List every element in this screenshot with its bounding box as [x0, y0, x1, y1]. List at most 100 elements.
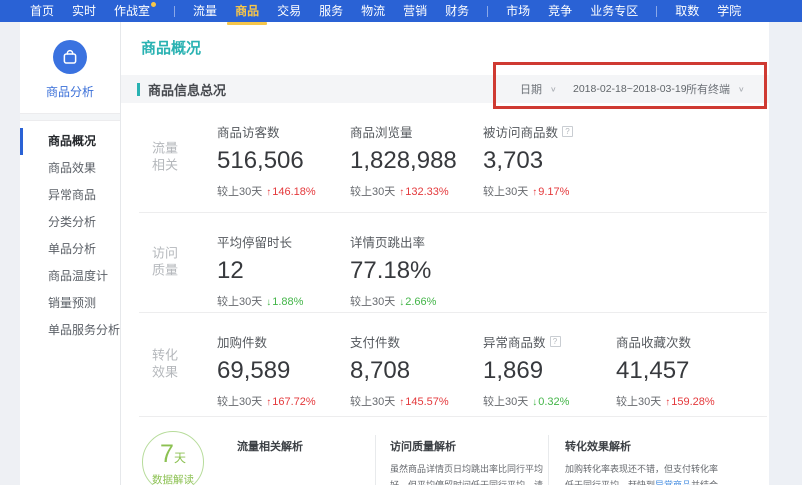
compare-label: 较上30天 [350, 296, 395, 308]
metric-card-detail-bounce-rate: 详情页跳出率 77.18% 较上30天↓2.66% [350, 213, 483, 309]
metric-label: 加购件数 [217, 332, 267, 351]
metric-value: 41,457 [616, 357, 749, 385]
insight-text: 虽然商品详情页日均跳出率比同行平均好，但平均停留时间低于同行平均，请关注页面排布… [390, 464, 543, 485]
insights-section: 7天 数据解读 流量相关解析 访问质量解析 虽然商品详情页日均跳出率比同行平均好… [121, 417, 769, 485]
nav-item-marketing[interactable]: 营销 [403, 0, 427, 22]
help-icon[interactable]: ? [562, 126, 573, 137]
sidebar-item-category-analysis[interactable]: 分类分析 [20, 209, 120, 236]
up-arrow-icon: ↑ [399, 187, 404, 198]
metric-label: 详情页跳出率 [350, 232, 425, 251]
nav-item-finance[interactable]: 财务 [445, 0, 469, 22]
terminal-filter-dropdown[interactable]: 所有终端 ∨ [686, 75, 745, 103]
sidebar-item-product-thermometer[interactable]: 商品温度计 [20, 263, 120, 290]
metric-value: 8,708 [350, 357, 483, 385]
sidebar-menu: 商品概况 商品效果 异常商品 分类分析 单品分析 商品温度计 销量预测 单品服务… [20, 128, 120, 344]
metric-value: 69,589 [217, 357, 350, 385]
metric-label: 支付件数 [350, 332, 400, 351]
metrics-row-conversion: 转化 效果 加购件数 69,589 较上30天↑167.72% 支付件数 8,7… [121, 313, 769, 417]
metric-value: 12 [217, 257, 350, 285]
nav-item-product[interactable]: 商品 [235, 0, 259, 22]
insight-days: 7 [160, 440, 174, 468]
data-insight-badge: 7天 数据解读 [142, 431, 204, 485]
metric-label: 平均停留时长 [217, 232, 292, 251]
group-label-visit-quality: 访问 质量 [152, 245, 178, 279]
page-title: 商品概况 [121, 22, 769, 58]
sidebar-item-single-product-service[interactable]: 单品服务分析 [20, 317, 120, 344]
nav-item-realtime[interactable]: 实时 [72, 0, 96, 22]
metric-card-product-pageviews: 商品浏览量 1,828,988 较上30天↑132.33% [350, 103, 483, 199]
insight-caption: 数据解读 [143, 472, 203, 485]
insight-days-unit: 天 [174, 451, 186, 465]
up-arrow-icon: ↑ [532, 187, 537, 198]
terminal-filter-label: 所有终端 [686, 81, 730, 97]
delta-value: 0.32% [538, 396, 569, 408]
compare-label: 较上30天 [616, 396, 661, 408]
sidebar-separator [20, 113, 120, 121]
nav-item-war-room[interactable]: 作战室 [114, 0, 156, 22]
metric-card-avg-stay-time: 平均停留时长 12 较上30天↓1.88% [217, 213, 350, 309]
sidebar-item-product-effect[interactable]: 商品效果 [20, 155, 120, 182]
insight-title: 流量相关解析 [237, 438, 367, 454]
nav-item-market[interactable]: 市场 [506, 0, 530, 22]
group-label-traffic: 流量 相关 [152, 140, 178, 174]
insight-divider [548, 435, 549, 485]
metric-value: 77.18% [350, 257, 483, 285]
date-type-dropdown[interactable]: 日期∨ [520, 75, 557, 103]
delta-value: 9.17% [538, 186, 569, 198]
compare-label: 较上30天 [217, 186, 262, 198]
nav-item-logistics[interactable]: 物流 [361, 0, 385, 22]
metric-label: 商品收藏次数 [616, 332, 691, 351]
delta-value: 145.57% [405, 396, 448, 408]
metric-value: 1,828,988 [350, 147, 483, 175]
compare-label: 较上30天 [483, 186, 528, 198]
delta-value: 167.72% [272, 396, 315, 408]
insight-col-conversion: 转化效果解析 加购转化率表现还不错，但支付转化率低于同行平均，赶快到异常商品并结… [565, 438, 719, 485]
chevron-down-icon: ∨ [550, 85, 557, 94]
metric-value: 1,869 [483, 357, 616, 385]
insight-divider [375, 435, 376, 485]
section-title: 商品信息总况 [148, 80, 226, 99]
up-arrow-icon: ↑ [266, 187, 271, 198]
nav-item-service[interactable]: 服务 [319, 0, 343, 22]
nav-divider [174, 6, 175, 17]
metric-card-product-visitors: 商品访客数 516,506 较上30天↑146.18% [217, 103, 350, 199]
metrics-row-traffic: 流量 相关 商品访客数 516,506 较上30天↑146.18% 商品浏览量 … [121, 103, 769, 213]
sidebar: 商品分析 商品概况 商品效果 异常商品 分类分析 单品分析 商品温度计 销量预测… [20, 22, 121, 485]
sidebar-item-single-product-analysis[interactable]: 单品分析 [20, 236, 120, 263]
chevron-down-icon: ∨ [738, 85, 745, 94]
up-arrow-icon: ↑ [266, 397, 271, 408]
right-gutter [769, 22, 802, 485]
sidebar-header: 商品分析 [20, 22, 120, 100]
nav-divider [487, 6, 488, 17]
metric-label: 被访问商品数 [483, 122, 558, 141]
nav-item-traffic[interactable]: 流量 [193, 0, 217, 22]
sidebar-section-label: 商品分析 [20, 83, 120, 100]
delta-value: 159.28% [671, 396, 714, 408]
nav-item-trade[interactable]: 交易 [277, 0, 301, 22]
nav-item-academy[interactable]: 学院 [717, 0, 741, 22]
delta-value: 132.33% [405, 186, 448, 198]
sidebar-item-product-overview[interactable]: 商品概况 [20, 128, 120, 155]
product-analytics-page: 首页 实时 作战室 流量 商品 交易 服务 物流 营销 财务 市场 竞争 业务专… [0, 0, 802, 485]
compare-label: 较上30天 [350, 186, 395, 198]
down-arrow-icon: ↓ [532, 397, 537, 408]
compare-label: 较上30天 [350, 396, 395, 408]
sidebar-item-abnormal-products[interactable]: 异常商品 [20, 182, 120, 209]
help-icon[interactable]: ? [550, 336, 561, 347]
insight-col-traffic: 流量相关解析 [237, 438, 367, 454]
up-arrow-icon: ↑ [665, 397, 670, 408]
metric-card-paid-items: 支付件数 8,708 较上30天↑145.57% [350, 313, 483, 409]
nav-item-home[interactable]: 首页 [30, 0, 54, 22]
nav-item-business-zone[interactable]: 业务专区 [590, 0, 638, 22]
main-content: 商品概况 商品信息总况 日期∨ 2018-02-18~2018-03-19 所有… [121, 22, 769, 485]
nav-item-competition[interactable]: 竞争 [548, 0, 572, 22]
abnormal-products-link[interactable]: 异常商品 [655, 480, 691, 485]
down-arrow-icon: ↓ [266, 297, 271, 308]
metric-card-cart-adds: 加购件数 69,589 较上30天↑167.72% [217, 313, 350, 409]
nav-item-data-fetch[interactable]: 取数 [675, 0, 699, 22]
metrics-row-visit-quality: 访问 质量 平均停留时长 12 较上30天↓1.88% 详情页跳出率 77.18… [121, 213, 769, 313]
compare-label: 较上30天 [217, 296, 262, 308]
date-range-picker[interactable]: 2018-02-18~2018-03-19 [573, 75, 687, 103]
nav-divider [656, 6, 657, 17]
sidebar-item-sales-forecast[interactable]: 销量预测 [20, 290, 120, 317]
